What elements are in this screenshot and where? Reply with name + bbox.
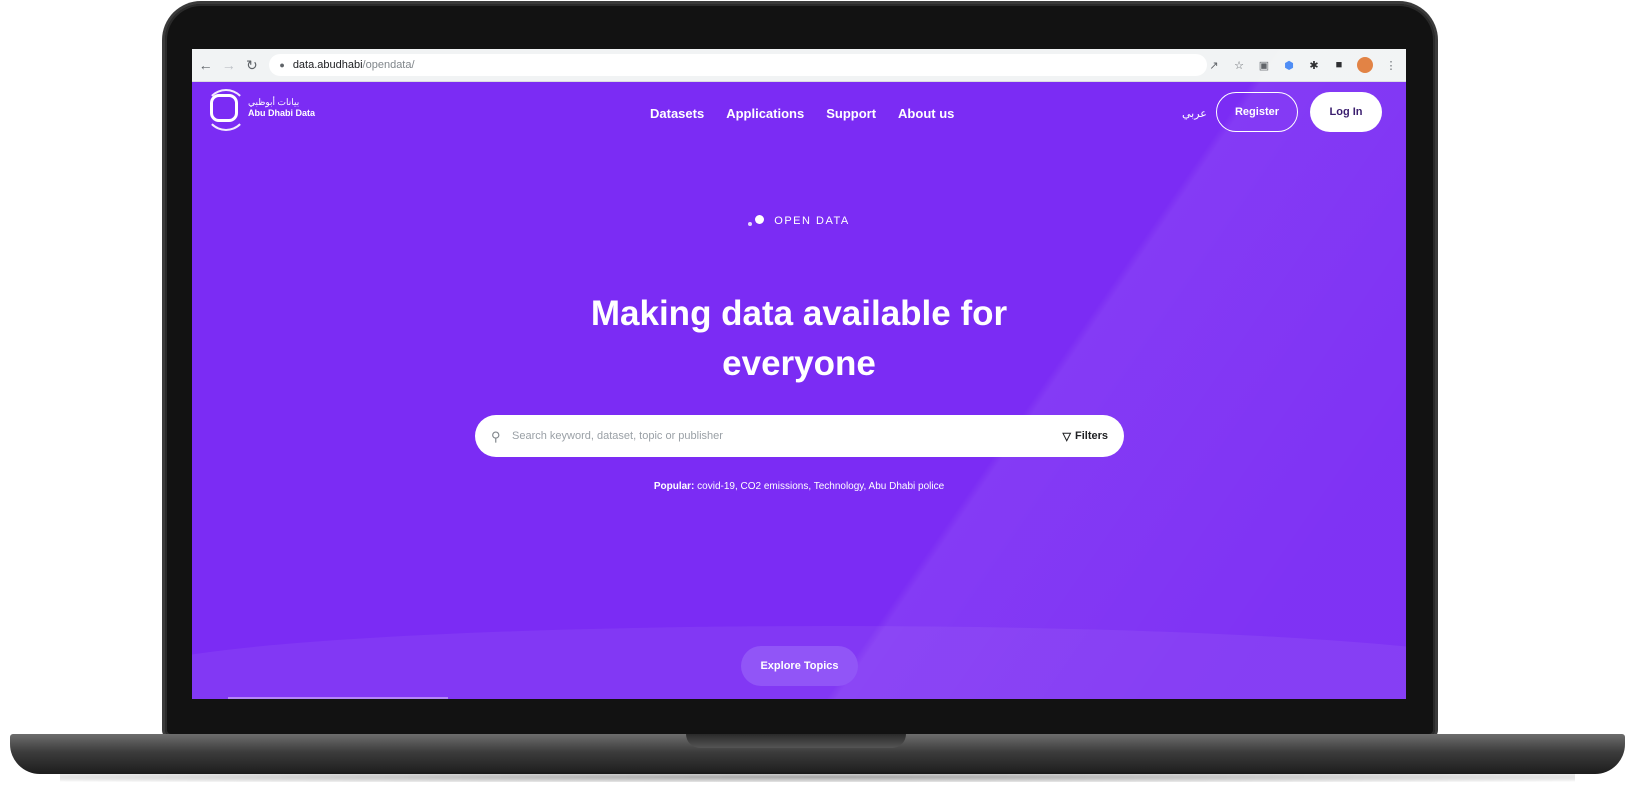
logo-english-text: Abu Dhabi Data (248, 108, 316, 118)
popular-searches: Popular: covid-19, CO2 emissions, Techno… (192, 481, 1406, 492)
laptop-screen: ← → ↻ ● data.abudhabi/opendata/ ↗ ☆ ▣ ⬢ … (192, 49, 1406, 699)
laptop-notch (686, 734, 906, 748)
nav-support[interactable]: Support (826, 106, 876, 121)
nav-applications[interactable]: Applications (726, 106, 804, 121)
site-logo[interactable]: بيانات أبوظبي Abu Dhabi Data (205, 89, 316, 131)
main-nav: Datasets Applications Support About us (650, 106, 954, 121)
back-arrow-icon[interactable]: ← (196, 55, 215, 75)
search-icon: ⚲ (491, 428, 501, 444)
logo-mark-icon (205, 89, 247, 131)
logo-arabic-text: بيانات أبوظبي (248, 97, 300, 107)
scroll-indicator (228, 697, 448, 699)
hero-title: Making data available for everyone (192, 289, 1406, 389)
open-data-eyebrow: OPEN DATA (192, 214, 1406, 228)
popular-label: Popular: (653, 481, 695, 492)
forward-arrow-icon[interactable]: → (219, 55, 238, 75)
reload-icon[interactable]: ↻ (242, 55, 261, 75)
hero-title-line1: Making data available for (590, 294, 1008, 333)
filter-icon: ▽ (1062, 430, 1071, 443)
dots-icon (748, 214, 766, 228)
eyebrow-label: OPEN DATA (774, 215, 850, 227)
hero-title-line2: everyone (722, 344, 876, 383)
url-domain: data.abudhabi (292, 59, 363, 71)
nav-about-us[interactable]: About us (898, 106, 954, 121)
url-path: /opendata/ (362, 59, 415, 71)
filters-label: Filters (1074, 430, 1108, 442)
search-bar: ⚲ ▽ Filters (475, 415, 1124, 457)
nav-datasets[interactable]: Datasets (650, 106, 704, 121)
popular-items[interactable]: covid-19, CO2 emissions, Technology, Abu… (697, 481, 944, 492)
register-button[interactable]: Register (1216, 92, 1298, 132)
lock-icon: ● (279, 60, 285, 70)
login-button[interactable]: Log In (1310, 92, 1382, 132)
search-input[interactable] (510, 429, 1063, 443)
website: بيانات أبوظبي Abu Dhabi Data Datasets Ap… (192, 49, 1406, 699)
language-toggle[interactable]: عربي (1182, 107, 1207, 120)
explore-topics-button[interactable]: Explore Topics (741, 646, 858, 686)
laptop-shadow (60, 772, 1575, 782)
filters-button[interactable]: ▽ Filters (1063, 430, 1108, 443)
